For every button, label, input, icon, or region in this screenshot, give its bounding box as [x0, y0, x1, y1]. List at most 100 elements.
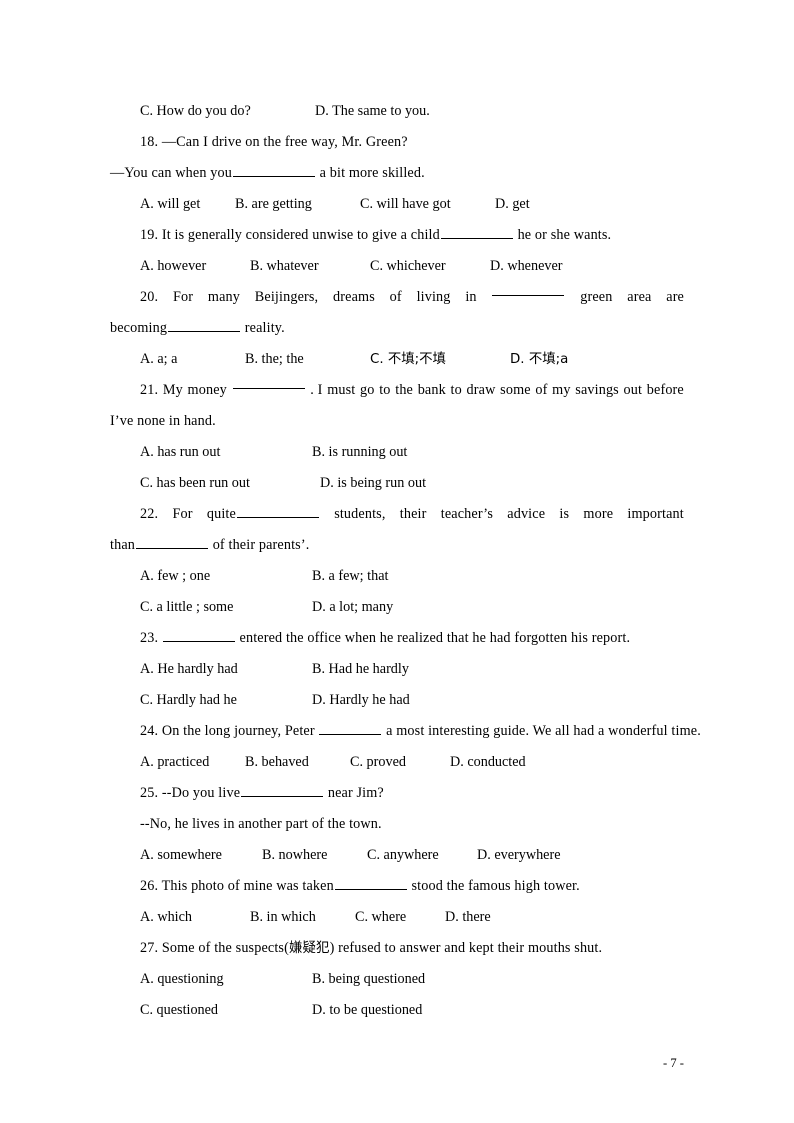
question-21-options-row2: C. has been run out D. is being run out — [110, 468, 684, 499]
option-d[interactable]: D. a lot; many — [312, 592, 393, 623]
option-b[interactable]: B. are getting — [235, 189, 360, 220]
w: For — [172, 289, 194, 305]
question-21-stem-line1: 21. My money . I must go to the bank to … — [110, 375, 684, 406]
question-25-options: A. somewhere B. nowhere C. anywhere D. ever… — [110, 840, 684, 871]
option-c[interactable]: C. has been run out — [140, 468, 320, 499]
q18-stem-post: a bit more skilled. — [315, 165, 425, 181]
question-24-options: A. practiced B. behaved C. proved D. conduc… — [110, 747, 684, 778]
w: teacher’s — [440, 506, 493, 522]
option-d[interactable]: D. there — [445, 902, 491, 933]
w-quite: quite — [206, 506, 236, 522]
option-a[interactable]: A. however — [140, 251, 250, 282]
option-c[interactable]: C. How do you do? — [140, 96, 315, 127]
w: My — [162, 382, 183, 398]
question-18-stem-line1: 18. —Can I drive on the free way, Mr. Gr… — [140, 134, 408, 150]
option-d[interactable]: D. 不填;a — [510, 344, 568, 375]
question-27-options-row1: A. questioning B. being questioned — [110, 964, 684, 995]
question-22-stem-line2: than of their parents’. — [110, 530, 684, 561]
option-c[interactable]: C. a little ; some — [140, 592, 312, 623]
option-a[interactable]: A. a; a — [140, 344, 245, 375]
q22-blank[interactable] — [236, 504, 319, 518]
option-b[interactable]: B. a few; that — [312, 561, 388, 592]
option-b[interactable]: B. the; the — [245, 344, 370, 375]
q23-stem-post: entered the office when he realized that… — [235, 630, 631, 646]
question-21-stem-line2: I’ve none in hand. — [110, 413, 216, 429]
w: of — [535, 382, 548, 398]
w: more — [583, 506, 614, 522]
question-26-stem: 26. This photo of mine was taken stood t… — [110, 871, 684, 902]
w: For — [172, 506, 193, 522]
q21-blank[interactable] — [232, 375, 305, 390]
q25-stem-pre: 25. --Do you live — [140, 785, 241, 801]
option-a[interactable]: A. has run out — [140, 437, 312, 468]
option-c[interactable]: C. proved — [350, 747, 450, 778]
option-d[interactable]: D. conducted — [450, 747, 526, 778]
q18-stem-pre: —You can when you — [110, 165, 232, 181]
option-c[interactable]: C. questioned — [140, 995, 312, 1026]
q24-blank[interactable] — [319, 721, 382, 735]
w: dreams — [333, 289, 375, 305]
w: out — [623, 382, 643, 398]
option-d[interactable]: D. everywhere — [477, 840, 561, 871]
w: their — [399, 506, 427, 522]
w: before — [646, 382, 684, 398]
option-c[interactable]: C. Hardly had he — [140, 685, 312, 716]
q25-blank[interactable] — [241, 783, 324, 797]
option-a[interactable]: A. will get — [140, 189, 235, 220]
option-b[interactable]: B. being questioned — [312, 964, 425, 995]
option-b[interactable]: B. Had he hardly — [312, 654, 409, 685]
w: my — [552, 382, 571, 398]
w: . I — [310, 382, 323, 398]
option-c[interactable]: C. where — [355, 902, 445, 933]
q24-stem-post: a most interesting guide. We all had a w… — [382, 723, 701, 739]
w: 22. — [140, 506, 159, 522]
q22-blank-2[interactable] — [136, 535, 208, 549]
q22-cont-pre: than — [110, 537, 135, 553]
option-b[interactable]: B. is running out — [312, 437, 407, 468]
option-b[interactable]: B. whatever — [250, 251, 370, 282]
option-d[interactable]: D. to be questioned — [312, 995, 422, 1026]
option-a[interactable]: A. which — [140, 902, 250, 933]
option-d[interactable]: D. Hardly he had — [312, 685, 410, 716]
q20-blank-2[interactable] — [168, 318, 241, 332]
q19-blank[interactable] — [440, 225, 513, 239]
question-27-stem: 27. Some of the suspects(嫌疑犯) refused to… — [110, 933, 684, 964]
w: is — [559, 506, 570, 522]
option-a[interactable]: A. few ; one — [140, 561, 312, 592]
w: go — [360, 382, 375, 398]
question-22-options-row1: A. few ; one B. a few; that — [110, 561, 684, 592]
q20-cont-pre: becoming — [110, 320, 168, 336]
q22-cont-post: of their parents’. — [209, 537, 310, 553]
page-number-footer: - 7 - — [663, 1056, 684, 1070]
option-c[interactable]: C. whichever — [370, 251, 490, 282]
w: area — [627, 289, 652, 305]
q24-stem-pre: 24. On the long journey, Peter — [140, 723, 319, 739]
option-c[interactable]: C. will have got — [360, 189, 495, 220]
option-a[interactable]: A. He hardly had — [140, 654, 312, 685]
q26-blank[interactable] — [334, 876, 407, 890]
option-a[interactable]: A. questioning — [140, 964, 312, 995]
option-d[interactable]: D. The same to you. — [315, 96, 430, 127]
q20-cont-post: reality. — [241, 320, 285, 336]
option-c[interactable]: C. anywhere — [367, 840, 477, 871]
q20-blank[interactable] — [492, 282, 565, 297]
option-d[interactable]: D. whenever — [490, 251, 562, 282]
option-a[interactable]: A. somewhere — [140, 840, 262, 871]
w: savings — [575, 382, 619, 398]
w: are — [666, 289, 684, 305]
option-b[interactable]: B. behaved — [245, 747, 350, 778]
q23-blank[interactable] — [162, 628, 235, 642]
q22-quite-with-blank: quite — [207, 499, 320, 530]
option-a[interactable]: A. practiced — [140, 747, 245, 778]
option-c[interactable]: C. 不填;不填 — [370, 344, 510, 375]
option-d[interactable]: D. get — [495, 189, 530, 220]
w: in — [465, 289, 477, 305]
w: many — [207, 289, 240, 305]
option-b[interactable]: B. nowhere — [262, 840, 367, 871]
question-20-stem-line1: 20. For many Beijingers, dreams of livin… — [110, 282, 684, 313]
option-b[interactable]: B. in which — [250, 902, 355, 933]
q18-blank[interactable] — [232, 163, 315, 177]
question-22-options-row2: C. a little ; some D. a lot; many — [110, 592, 684, 623]
option-d[interactable]: D. is being run out — [320, 468, 426, 499]
question-27-options-row2: C. questioned D. to be questioned — [110, 995, 684, 1026]
